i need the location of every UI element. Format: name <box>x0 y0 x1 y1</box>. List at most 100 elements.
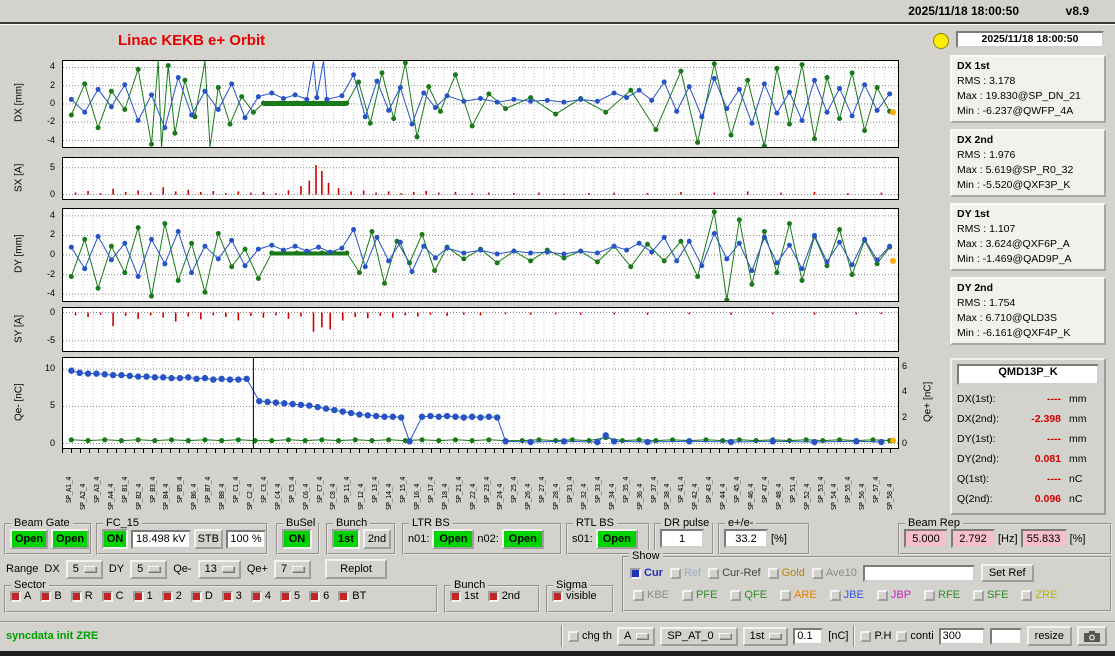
checkbox-are[interactable]: ARE <box>780 589 817 601</box>
checkbox-box[interactable] <box>768 568 779 579</box>
checkbox-gold[interactable]: Gold <box>768 567 805 579</box>
checkbox-box[interactable] <box>280 591 291 602</box>
checkbox-box[interactable] <box>708 568 719 579</box>
plot-sx[interactable] <box>62 157 899 200</box>
checkbox-c[interactable]: C <box>102 590 124 602</box>
chg-th-checkbox[interactable]: chg th <box>568 630 612 642</box>
checkbox-ave10[interactable]: Ave10 <box>812 567 857 579</box>
bunch-th-select[interactable]: 1st <box>743 627 789 646</box>
checkbox-box[interactable] <box>630 568 641 579</box>
checkbox-box[interactable] <box>222 591 233 602</box>
range-dx-select[interactable]: 5 <box>66 560 103 579</box>
checkbox-box[interactable] <box>730 590 741 601</box>
qmd-title[interactable]: QMD13P_K <box>957 364 1099 385</box>
checkbox-box[interactable] <box>780 590 791 601</box>
checkbox-box[interactable] <box>633 590 644 601</box>
plot-dy[interactable] <box>62 208 899 302</box>
checkbox-box[interactable] <box>10 591 21 602</box>
set-ref-button[interactable]: Set Ref <box>981 564 1034 582</box>
checkbox-box[interactable] <box>924 590 935 601</box>
checkbox-box[interactable] <box>133 591 144 602</box>
checkbox-2[interactable]: 2 <box>162 590 182 602</box>
sector-select[interactable]: A <box>617 627 655 646</box>
checkbox-b[interactable]: B <box>40 590 61 602</box>
checkbox-box[interactable] <box>552 591 563 602</box>
checkbox-5[interactable]: 5 <box>280 590 300 602</box>
rtl-s01-open-button[interactable]: Open <box>596 529 638 549</box>
checkbox-box[interactable] <box>251 591 262 602</box>
checkbox-box[interactable] <box>102 591 113 602</box>
checkbox-box[interactable] <box>309 591 320 602</box>
checkbox-box[interactable] <box>830 590 841 601</box>
ph-checkbox[interactable]: P.H <box>860 630 891 642</box>
busel-on-button[interactable]: ON <box>282 529 312 549</box>
checkbox-cur[interactable]: Cur <box>630 567 663 579</box>
checkbox-rfe[interactable]: RFE <box>924 589 960 601</box>
checkbox-box[interactable] <box>860 631 871 642</box>
checkbox-box[interactable] <box>40 591 51 602</box>
sp-at-select[interactable]: SP_AT_0 <box>660 627 737 646</box>
plot-sy[interactable] <box>62 307 899 352</box>
checkbox-box[interactable] <box>670 568 681 579</box>
plot-dx[interactable] <box>62 60 899 148</box>
bunch-1st-button[interactable]: 1st <box>332 529 360 549</box>
checkbox-2nd[interactable]: 2nd <box>488 590 520 602</box>
checkbox-r[interactable]: R <box>71 590 93 602</box>
checkbox-jbe[interactable]: JBE <box>830 589 864 601</box>
threshold-input[interactable] <box>793 628 823 645</box>
checkbox-6[interactable]: 6 <box>309 590 329 602</box>
checkbox-box[interactable] <box>896 631 907 642</box>
rate-input[interactable] <box>939 628 985 645</box>
dr-pulse-field[interactable]: 1 <box>660 529 704 548</box>
checkbox-jbp[interactable]: JBP <box>877 589 911 601</box>
checkbox-a[interactable]: A <box>10 590 31 602</box>
checkbox-box[interactable] <box>973 590 984 601</box>
checkbox-ref[interactable]: Ref <box>670 567 701 579</box>
ratio-field[interactable]: 33.2 <box>724 529 768 548</box>
beam-gate-open-2-button[interactable]: Open <box>51 529 89 549</box>
bunch-2nd-button[interactable]: 2nd <box>363 529 391 549</box>
checkbox-box[interactable] <box>1021 590 1032 601</box>
fc15-stb-button[interactable]: STB <box>194 529 223 549</box>
checkbox-box[interactable] <box>71 591 82 602</box>
replot-button[interactable]: Replot <box>325 559 387 579</box>
checkbox-zre[interactable]: ZRE <box>1021 589 1057 601</box>
aux-input[interactable] <box>990 628 1022 645</box>
checkbox-box[interactable] <box>191 591 202 602</box>
range-dy-select[interactable]: 5 <box>130 560 167 579</box>
range-qe-plus-select[interactable]: 7 <box>274 560 311 579</box>
checkbox-pfe[interactable]: PFE <box>682 589 717 601</box>
checkbox-1[interactable]: 1 <box>133 590 153 602</box>
checkbox-box[interactable] <box>877 590 888 601</box>
ref-name-input[interactable] <box>863 565 975 582</box>
checkbox-bt[interactable]: BT <box>338 590 366 602</box>
fc15-kv-field[interactable]: 18.498 kV <box>131 530 191 549</box>
fc15-on-button[interactable]: ON <box>102 529 128 549</box>
snapshot-button[interactable] <box>1077 626 1107 646</box>
checkbox-box[interactable] <box>338 591 349 602</box>
checkbox-box[interactable] <box>682 590 693 601</box>
conti-checkbox[interactable]: conti <box>896 630 933 642</box>
fc15-percent-field[interactable]: 100 % <box>226 530 266 549</box>
checkbox-box[interactable] <box>162 591 173 602</box>
checkbox-box[interactable] <box>568 631 579 642</box>
checkbox-box[interactable] <box>812 568 823 579</box>
checkbox-box[interactable] <box>488 591 499 602</box>
checkbox-kbe[interactable]: KBE <box>633 589 669 601</box>
resize-button[interactable]: resize <box>1027 626 1072 646</box>
checkbox-box[interactable] <box>450 591 461 602</box>
checkbox-qfe[interactable]: QFE <box>730 589 767 601</box>
ltr-n01-open-button[interactable]: Open <box>432 529 474 549</box>
range-qe-minus-select[interactable]: 13 <box>198 560 241 579</box>
checkbox-sfe[interactable]: SFE <box>973 589 1008 601</box>
checkbox-4[interactable]: 4 <box>251 590 271 602</box>
checkbox-d[interactable]: D <box>191 590 213 602</box>
checkbox-visible[interactable]: visible <box>552 590 597 602</box>
beam-gate-open-1-button[interactable]: Open <box>10 529 48 549</box>
ltr-n02-open-button[interactable]: Open <box>502 529 544 549</box>
plot-charge[interactable] <box>62 357 899 449</box>
checkbox-1st[interactable]: 1st <box>450 590 479 602</box>
checkbox-3[interactable]: 3 <box>222 590 242 602</box>
y-tick-label: 0 <box>50 98 55 108</box>
checkbox-cur-ref[interactable]: Cur-Ref <box>708 567 761 579</box>
